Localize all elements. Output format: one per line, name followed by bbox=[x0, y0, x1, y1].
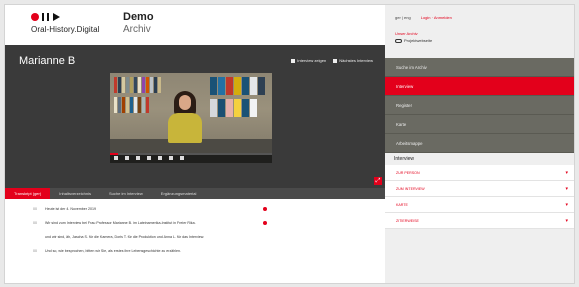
player-area: Marianne B Interview zeigen Nächstes Int… bbox=[5, 45, 385, 188]
tab-search[interactable]: Suche im Interview bbox=[100, 188, 152, 199]
lang-current[interactable]: ger bbox=[395, 15, 401, 20]
project-website-label: Projektwebseite bbox=[404, 38, 433, 43]
logo-mark bbox=[31, 12, 100, 22]
player-action-1[interactable]: Interview zeigen bbox=[291, 58, 326, 63]
expand-plus-icon: ▾ bbox=[565, 186, 568, 192]
segment-text: Wir sind zum Interview bei Frau Professo… bbox=[45, 221, 196, 225]
control-icons bbox=[114, 156, 184, 160]
sidebar-item-workbook[interactable]: Arbeitsmappe bbox=[385, 134, 574, 153]
player-action-2-label: Nächstes Interview bbox=[339, 58, 373, 63]
project-website-link[interactable]: Projektwebseite bbox=[395, 38, 566, 43]
language-switch: ger | eng Login · Anmelden bbox=[395, 15, 566, 20]
login-link[interactable]: Login · Anmelden bbox=[421, 15, 452, 20]
bookshelf-row bbox=[114, 77, 161, 93]
header: Oral-History.Digital Demo Archiv bbox=[5, 5, 385, 45]
sidebar-item-register[interactable]: Register bbox=[385, 96, 574, 115]
accordion-citation[interactable]: ZITIERWEISE ▾ bbox=[385, 213, 574, 229]
expand-plus-icon: ▾ bbox=[565, 202, 568, 208]
annotation-marker-icon[interactable] bbox=[263, 207, 267, 211]
progress-fill bbox=[110, 153, 119, 155]
section-heading: Interview bbox=[385, 153, 574, 165]
page-subtitle: Archiv bbox=[123, 24, 151, 35]
archive-label: Unser Archiv bbox=[395, 31, 418, 36]
annotation-marker-icon[interactable] bbox=[263, 221, 267, 225]
accordion-person[interactable]: ZUR PERSON ▾ bbox=[385, 165, 574, 181]
rewind-icon[interactable] bbox=[136, 156, 140, 160]
transcript-segment[interactable]: 00 Wir sind zum Interview bei Frau Profe… bbox=[33, 221, 385, 226]
bookshelf-row bbox=[210, 99, 257, 117]
player-action-1-label: Interview zeigen bbox=[297, 58, 327, 63]
tab-materials[interactable]: Ergänzungsmaterial bbox=[152, 188, 206, 199]
settings-icon[interactable] bbox=[158, 156, 162, 160]
subtitles-icon[interactable] bbox=[169, 156, 173, 160]
fullscreen-icon[interactable] bbox=[180, 156, 184, 160]
title-block: Demo Archiv bbox=[123, 11, 154, 35]
sidebar: ger | eng Login · Anmelden Unser Archiv … bbox=[385, 5, 574, 283]
transcript-segment[interactable]: 00 Und so, wie besprochen, bitten wir Si… bbox=[33, 249, 385, 254]
play-icon[interactable] bbox=[114, 156, 118, 160]
accordion-label: KARTE bbox=[396, 203, 408, 207]
expand-plus-icon: ▾ bbox=[565, 218, 568, 224]
segment-text: und wir sind, äh, Jascha S. für die Kame… bbox=[45, 235, 205, 239]
transcript: 00 Heute ist der 4. November 2019 00 Wir… bbox=[5, 199, 385, 283]
segment-text: Heute ist der 4. November 2019 bbox=[45, 207, 96, 211]
play-icon bbox=[53, 13, 60, 21]
accordion-label: ZITIERWEISE bbox=[396, 219, 419, 223]
expand-plus-icon: ▾ bbox=[565, 170, 568, 176]
transcript-segment[interactable]: 00 Heute ist der 4. November 2019 bbox=[33, 207, 385, 212]
accordion-interview[interactable]: ZUM INTERVIEW ▾ bbox=[385, 181, 574, 197]
segment-timecode: 00 bbox=[33, 221, 37, 225]
video-player[interactable] bbox=[110, 73, 272, 163]
sidebar-top: ger | eng Login · Anmelden Unser Archiv … bbox=[385, 5, 574, 58]
interviewee-name: Marianne B bbox=[19, 55, 76, 67]
previous-icon bbox=[291, 58, 296, 63]
interviewee-body bbox=[168, 113, 202, 143]
video-controls bbox=[110, 153, 272, 163]
record-dot-icon bbox=[31, 13, 39, 21]
expand-icon[interactable]: ⤢ bbox=[374, 177, 382, 185]
bookshelf-row bbox=[210, 77, 265, 95]
tab-contents[interactable]: Inhaltsverzeichnis bbox=[50, 188, 100, 199]
app-window: Oral-History.Digital Demo Archiv Mariann… bbox=[4, 4, 575, 284]
sidebar-item-interview[interactable]: Interview bbox=[385, 77, 574, 96]
interviewee-face bbox=[179, 95, 191, 110]
bookshelf-row bbox=[114, 97, 149, 113]
accordion-map[interactable]: KARTE ▾ bbox=[385, 197, 574, 213]
logo[interactable]: Oral-History.Digital bbox=[31, 12, 100, 34]
lang-other[interactable]: eng bbox=[404, 15, 411, 20]
sidebar-item-search[interactable]: Suche im Archiv bbox=[385, 58, 574, 77]
logo-text: Oral-History.Digital bbox=[31, 25, 100, 34]
link-icon bbox=[395, 38, 402, 43]
content-tabs: Transkript (ger) Inhaltsverzeichnis Such… bbox=[5, 188, 385, 199]
pause-bar-icon bbox=[42, 13, 44, 21]
pause-bar-icon bbox=[47, 13, 49, 21]
lang-options[interactable]: ger | eng bbox=[395, 15, 411, 20]
next-icon[interactable] bbox=[125, 156, 129, 160]
segment-timecode bbox=[33, 235, 45, 240]
accordion-label: ZUR PERSON bbox=[396, 171, 420, 175]
tab-transcript[interactable]: Transkript (ger) bbox=[5, 188, 51, 199]
segment-timecode: 00 bbox=[33, 207, 37, 211]
transcript-segment[interactable]: und wir sind, äh, Jascha S. für die Kame… bbox=[33, 235, 385, 240]
progress-bar[interactable] bbox=[110, 153, 272, 155]
volume-icon[interactable] bbox=[147, 156, 151, 160]
page-title: Demo bbox=[123, 11, 154, 23]
segment-timecode: 00 bbox=[33, 249, 37, 253]
accordion-label: ZUM INTERVIEW bbox=[396, 187, 425, 191]
player-action-2[interactable]: Nächstes Interview bbox=[333, 58, 373, 63]
player-actions: Interview zeigen Nächstes Interview bbox=[291, 58, 373, 63]
next-icon bbox=[333, 58, 338, 63]
sidebar-item-map[interactable]: Karte bbox=[385, 115, 574, 134]
segment-text: Und so, wie besprochen, bitten wir Sie, … bbox=[45, 249, 182, 253]
video-frame bbox=[110, 73, 272, 163]
